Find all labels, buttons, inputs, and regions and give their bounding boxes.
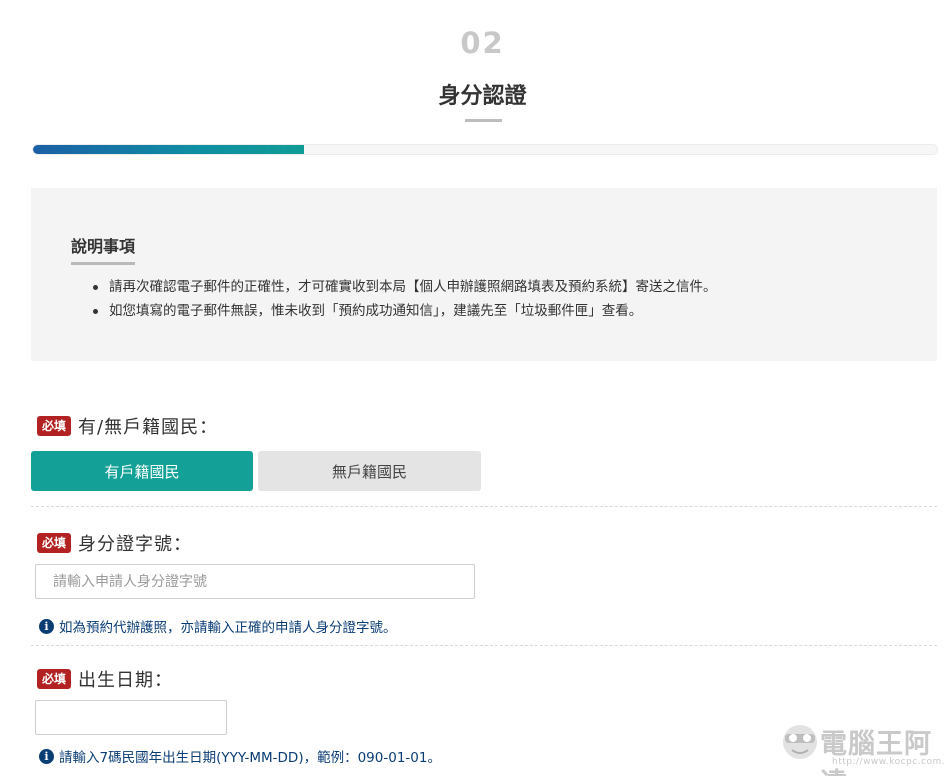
section-divider (31, 506, 937, 507)
birth-date-hint: i 請輸入7碼民國年出生日期(YYY-MM-DD)，範例：090-01-01。 (39, 746, 441, 766)
household-label: 有/無戶籍國民： (78, 417, 219, 438)
watermark-logo: 電腦王阿達 http://www.kocpc.com.tw (780, 714, 945, 776)
birth-date-input[interactable] (35, 700, 227, 735)
household-option-with-registration-button[interactable]: 有戶籍國民 (31, 451, 253, 491)
progress-bar (32, 144, 938, 155)
id-number-field-label: 必填 身分證字號： (37, 530, 192, 556)
page-title: 身分認證 (438, 84, 527, 109)
notice-list: 請再次確認電子郵件的正確性，才可確實收到本局【個人申辦護照網路填表及預約系統】寄… (91, 275, 717, 323)
watermark-text: 電腦王阿達 (820, 729, 932, 776)
household-option-without-registration-button[interactable]: 無戶籍國民 (258, 451, 481, 491)
birth-date-hint-text: 請輸入7碼民國年出生日期(YYY-MM-DD)，範例：090-01-01。 (59, 750, 441, 766)
id-number-label: 身分證字號： (78, 534, 193, 555)
required-badge: 必填 (37, 533, 72, 553)
progress-bar-fill (33, 145, 305, 154)
required-badge: 必填 (37, 669, 72, 689)
info-circle-icon: i (39, 618, 54, 634)
notice-item: 如您填寫的電子郵件無誤，惟未收到「預約成功通知信」，建議先至「垃圾郵件匣」查看。 (91, 299, 717, 323)
id-number-input[interactable] (35, 564, 475, 599)
section-divider (31, 645, 937, 646)
notice-box: 說明事項 請再次確認電子郵件的正確性，才可確實收到本局【個人申辦護照網路填表及預… (31, 188, 937, 361)
mascot-icon (783, 725, 817, 759)
id-number-hint-text: 如為預約代辦護照，亦請輸入正確的申請人身分證字號。 (59, 620, 397, 636)
birth-date-label: 出生日期： (78, 670, 174, 691)
birth-date-field-label: 必填 出生日期： (37, 666, 173, 692)
watermark-url: http://www.kocpc.com.tw (832, 757, 945, 767)
info-circle-icon: i (39, 748, 54, 764)
notice-heading: 說明事項 (71, 233, 136, 265)
id-number-hint: i 如為預約代辦護照，亦請輸入正確的申請人身分證字號。 (39, 616, 397, 636)
household-field-label: 必填 有/無戶籍國民： (37, 413, 218, 439)
title-underline (465, 119, 502, 122)
notice-item: 請再次確認電子郵件的正確性，才可確實收到本局【個人申辦護照網路填表及預約系統】寄… (91, 275, 717, 299)
required-badge: 必填 (37, 416, 72, 436)
step-number: 02 (460, 26, 505, 60)
